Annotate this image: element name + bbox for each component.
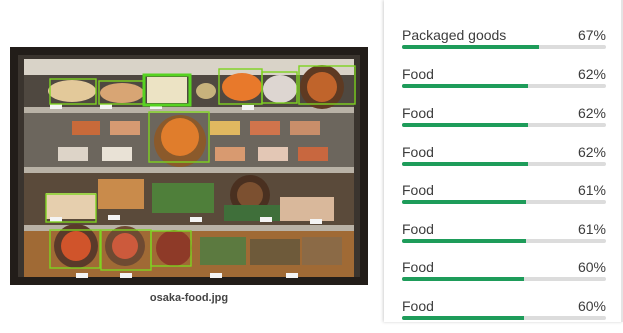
confidence-bar-track [402, 123, 606, 127]
photo-illustration [10, 47, 368, 285]
confidence-bar-track [402, 84, 606, 88]
label-result-row[interactable]: Food 60% [384, 295, 623, 333]
confidence-bar-track [402, 316, 606, 320]
label-result-row[interactable]: Food 62% [384, 141, 623, 179]
confidence-bar-track [402, 200, 606, 204]
label-name: Food [402, 144, 434, 160]
confidence-bar-fill [402, 200, 527, 204]
label-name: Food [402, 66, 434, 82]
label-name: Food [402, 182, 434, 198]
confidence-bar-fill [402, 316, 525, 320]
confidence-bar-track [402, 239, 606, 243]
label-score: 61% [577, 182, 606, 198]
label-result-row[interactable]: Food 62% [384, 102, 623, 140]
confidence-bar-fill [402, 239, 527, 243]
image-panel: osaka-food.jpg [0, 0, 383, 322]
confidence-bar-fill [402, 84, 529, 88]
image-filename-caption: osaka-food.jpg [149, 292, 229, 304]
label-score: 61% [577, 221, 606, 237]
label-score: 60% [577, 298, 606, 314]
labels-results-panel: Packaged goods 67% Food 62% Food 62% Food 62% Fo… [384, 0, 623, 322]
label-result-row[interactable]: Packaged goods 67% [384, 24, 623, 62]
label-name: Food [402, 105, 434, 121]
confidence-bar-track [402, 277, 606, 281]
confidence-bar-fill [402, 45, 539, 49]
label-result-row[interactable]: Food 61% [384, 218, 623, 256]
label-name: Food [402, 259, 434, 275]
confidence-bar-fill [402, 162, 529, 166]
label-score: 62% [577, 105, 606, 121]
label-score: 60% [577, 259, 606, 275]
label-name: Packaged goods [402, 27, 507, 43]
label-result-row[interactable]: Food 60% [384, 256, 623, 294]
confidence-bar-track [402, 45, 606, 49]
label-name: Food [402, 221, 434, 237]
confidence-bar-track [402, 162, 606, 166]
label-score: 67% [577, 27, 606, 43]
label-name: Food [402, 298, 434, 314]
label-score: 62% [577, 66, 606, 82]
confidence-bar-fill [402, 277, 525, 281]
label-result-row[interactable]: Food 61% [384, 179, 623, 217]
food-display-photo [10, 47, 368, 285]
confidence-bar-fill [402, 123, 529, 127]
label-score: 62% [577, 144, 606, 160]
label-result-row[interactable]: Food 62% [384, 63, 623, 101]
